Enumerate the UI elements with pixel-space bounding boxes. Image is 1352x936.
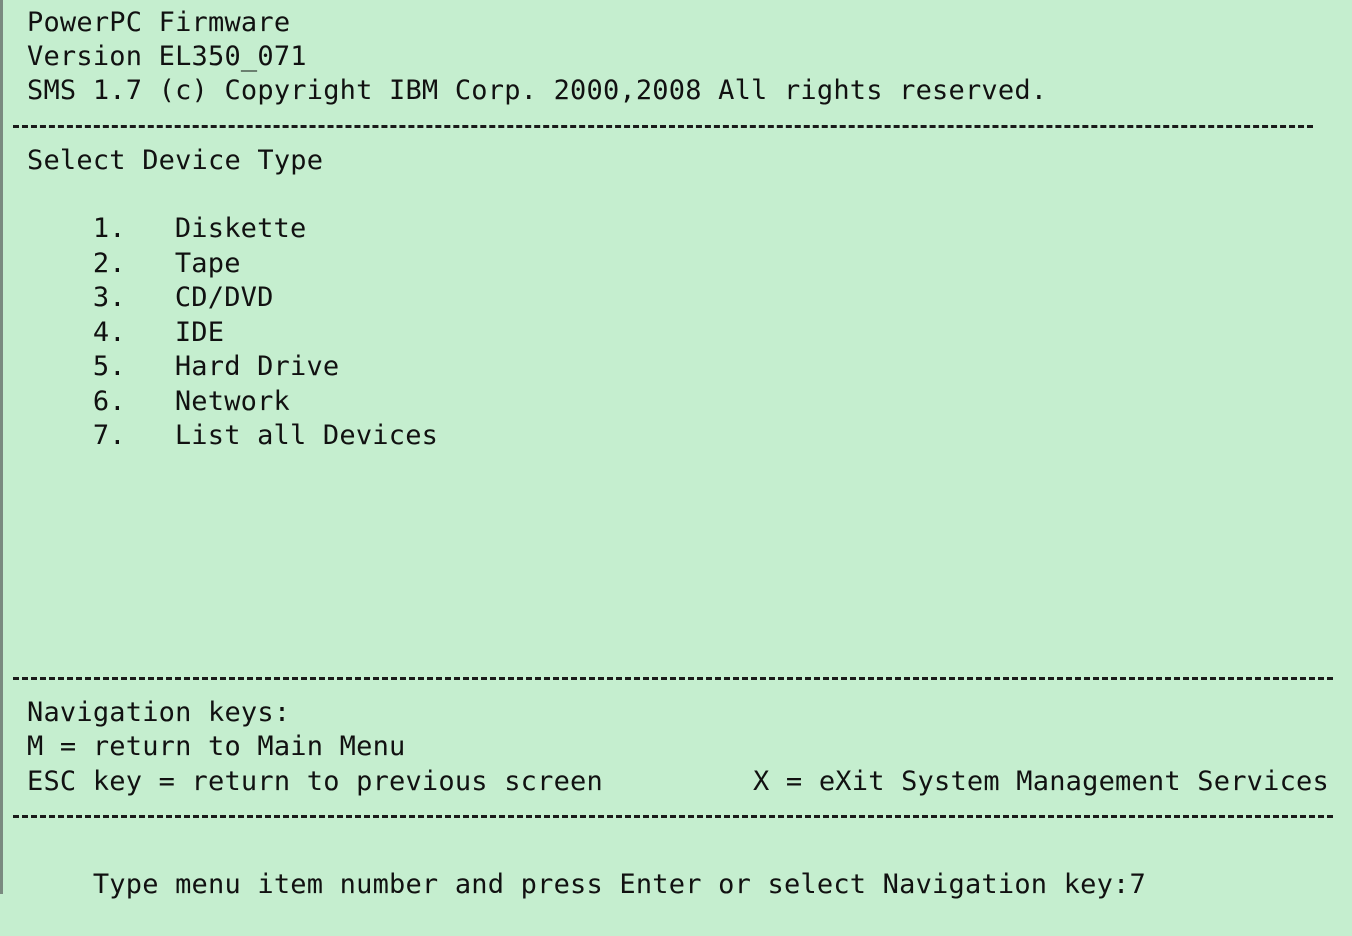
prompt-input[interactable]: 7	[1130, 869, 1146, 900]
main-menu-key[interactable]: M = return to Main Menu	[27, 730, 405, 764]
command-prompt[interactable]: Type menu item number and press Enter or…	[27, 834, 1146, 900]
navigation-keys-title: Navigation keys:	[27, 697, 291, 728]
menu-item-diskette[interactable]: 1. Diskette	[27, 178, 306, 244]
menu-item-hard-drive[interactable]: 5. Hard Drive	[27, 316, 339, 382]
copyright-notice: SMS 1.7 (c) Copyright IBM Corp. 2000,200…	[27, 75, 1048, 106]
exit-key[interactable]: X = eXit System Management Services	[753, 765, 1329, 799]
menu-item-number: 7.	[92, 420, 126, 451]
sms-console-screen: PowerPC Firmware Version EL350_071 SMS 1…	[0, 0, 1352, 900]
header-divider	[13, 125, 1313, 128]
menu-item-cd-dvd[interactable]: 3. CD/DVD	[27, 247, 274, 313]
firmware-version: Version EL350_071	[27, 41, 307, 72]
page-title: Select Device Type	[27, 145, 324, 176]
prompt-text: Type menu item number and press Enter or…	[92, 869, 1130, 900]
menu-item-list-all-devices[interactable]: 7. List all Devices	[27, 385, 438, 451]
navigation-divider	[13, 677, 1333, 680]
firmware-title: PowerPC Firmware	[27, 7, 291, 38]
menu-item-network[interactable]: 6. Network	[27, 351, 290, 417]
menu-item-ide[interactable]: 4. IDE	[27, 282, 224, 348]
prompt-divider	[13, 815, 1333, 818]
menu-item-tape[interactable]: 2. Tape	[27, 213, 241, 279]
menu-item-label: List all Devices	[174, 420, 439, 451]
escape-key[interactable]: ESC key = return to previous screen	[27, 765, 603, 799]
